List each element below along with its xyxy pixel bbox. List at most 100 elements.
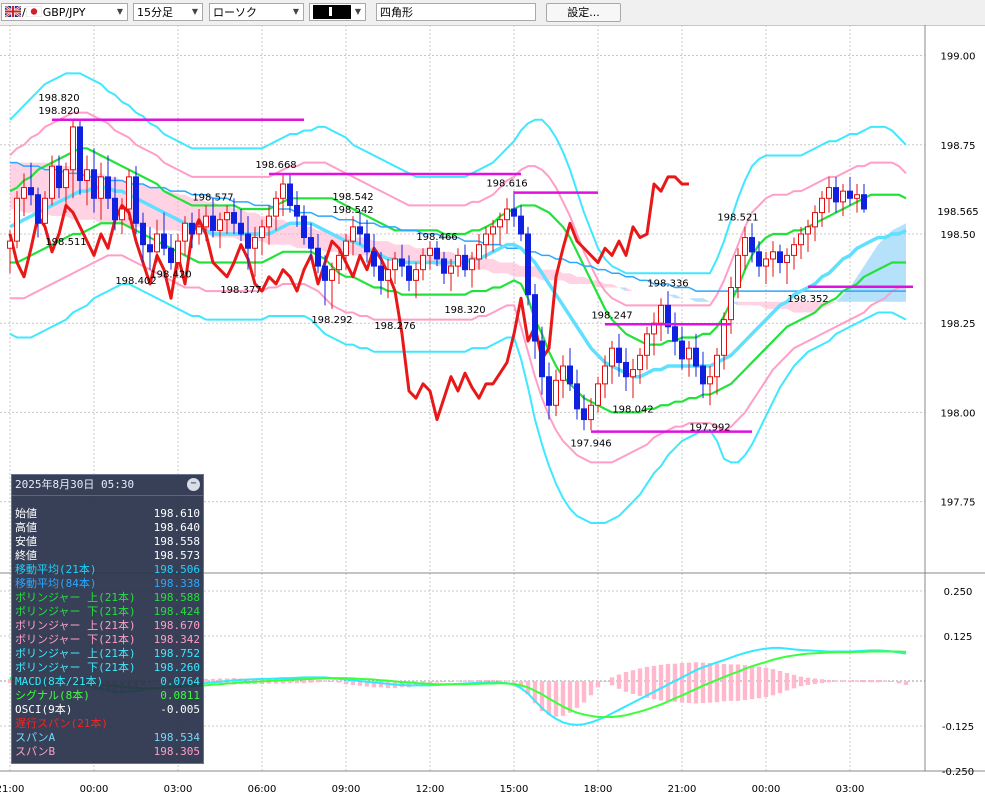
- cloud-segment: [388, 241, 395, 259]
- info-row-value: 198.573: [153, 549, 200, 562]
- candle-down: [756, 251, 762, 267]
- cloud-segment: [689, 298, 696, 302]
- price-annotation: 198.542: [332, 205, 373, 216]
- candle-up: [490, 226, 496, 235]
- candle-up: [658, 304, 664, 324]
- price-annotation: 198.820: [38, 106, 79, 117]
- candle-down: [679, 340, 685, 360]
- cursor-icon: [313, 5, 351, 19]
- candle-up: [805, 226, 811, 235]
- price-annotation: 198.352: [787, 294, 828, 305]
- cloud-segment: [563, 273, 570, 284]
- info-row-label: 安値: [15, 535, 37, 548]
- cloud-segment: [493, 258, 500, 274]
- candle-down: [749, 237, 755, 253]
- candle-down: [399, 258, 405, 267]
- y-tick-label: 198.00: [941, 408, 976, 419]
- osci-bar: [511, 681, 517, 683]
- candle-down: [462, 254, 468, 271]
- cloud-segment: [409, 244, 416, 263]
- candle-up: [63, 169, 69, 189]
- shape-field[interactable]: 四角形: [376, 3, 536, 21]
- japan-flag-icon: [25, 5, 42, 18]
- price-annotation: 198.276: [374, 321, 415, 332]
- price-annotation: 198.377: [220, 285, 261, 296]
- candle-up: [588, 404, 594, 421]
- info-row: 移動平均(84本) 198.338: [12, 577, 203, 591]
- candle-up: [98, 176, 104, 199]
- candle-up: [455, 254, 461, 267]
- info-row-label: 移動平均(84本): [15, 577, 97, 590]
- candle-up: [280, 183, 286, 199]
- candle-down: [140, 222, 146, 246]
- x-tick-label: 00:00: [752, 784, 781, 795]
- info-row-label: ボリンジャー 下(21本): [15, 661, 136, 674]
- candle-down: [574, 383, 580, 410]
- interval-label: 15分足: [137, 6, 173, 19]
- cloud-segment: [752, 301, 759, 306]
- candle-down: [112, 197, 118, 221]
- minimize-icon[interactable]: −: [187, 478, 200, 491]
- price-annotation: 197.946: [570, 439, 611, 450]
- osci-bar: [595, 681, 601, 688]
- currency-pair-select[interactable]: / GBP/JPY ▼: [1, 3, 128, 21]
- osci-bar: [336, 681, 342, 683]
- price-annotation: 198.577: [192, 193, 233, 204]
- candle-down: [315, 247, 321, 267]
- cloud-segment: [619, 287, 626, 292]
- osci-bar: [322, 680, 328, 682]
- macd-tick-label: -0.125: [942, 722, 974, 733]
- candle-down: [161, 233, 167, 249]
- candle-down: [35, 194, 41, 224]
- osci-bar: [623, 672, 629, 692]
- candle-up: [217, 219, 223, 231]
- candle-down: [231, 212, 237, 224]
- candle-down: [357, 226, 363, 235]
- cloud-segment: [675, 294, 682, 299]
- candle-down: [133, 176, 139, 224]
- info-row: スパンB 198.305: [12, 745, 203, 759]
- info-row-label: ボリンジャー 下(21本): [15, 605, 136, 618]
- osci-bar: [728, 664, 734, 701]
- chart-type-label: ローソク: [213, 6, 257, 19]
- osci-bar: [693, 662, 699, 704]
- osci-bar: [343, 681, 349, 685]
- candle-up: [826, 187, 832, 199]
- osci-bar: [350, 681, 356, 685]
- osci-bar: [763, 667, 769, 697]
- osci-bar: [315, 679, 321, 683]
- candle-down: [567, 365, 573, 385]
- settings-button[interactable]: 設定...: [546, 3, 621, 22]
- last-price-label: 198.565: [937, 207, 978, 218]
- candle-up: [70, 126, 76, 171]
- cloud-segment: [605, 283, 612, 288]
- osci-bar: [630, 670, 636, 694]
- candle-down: [56, 165, 62, 189]
- osci-bar: [637, 668, 643, 697]
- x-tick-label: 00:00: [80, 784, 109, 795]
- info-panel-header: 2025年8月30日 05:30 −: [12, 475, 203, 496]
- price-annotation: 198.542: [332, 192, 373, 203]
- info-row-label: ボリンジャー 上(21本): [15, 619, 136, 632]
- candle-down: [168, 247, 174, 264]
- price-annotation: 198.466: [416, 232, 457, 243]
- info-row: MACD(8本/21本) 0.0764: [12, 675, 203, 689]
- info-row-value: 198.752: [153, 647, 200, 660]
- candle-up: [644, 333, 650, 356]
- candle-down: [525, 233, 531, 296]
- draw-tool-select[interactable]: ▼: [309, 3, 366, 21]
- candle-up: [336, 254, 342, 271]
- shape-label: 四角形: [380, 6, 413, 19]
- candle-down: [371, 251, 377, 267]
- osci-bar: [784, 673, 790, 691]
- chart-type-select[interactable]: ローソク ▼: [209, 3, 304, 21]
- x-tick-label: 21:00: [668, 784, 697, 795]
- candle-up: [630, 369, 636, 378]
- info-panel-title: 2025年8月30日 05:30: [15, 478, 135, 491]
- interval-select[interactable]: 15分足 ▼: [133, 3, 203, 21]
- candle-up: [252, 237, 258, 249]
- osci-bar: [903, 681, 909, 685]
- osci-bar: [812, 678, 818, 685]
- osci-bar: [826, 679, 832, 683]
- candle-up: [854, 194, 860, 199]
